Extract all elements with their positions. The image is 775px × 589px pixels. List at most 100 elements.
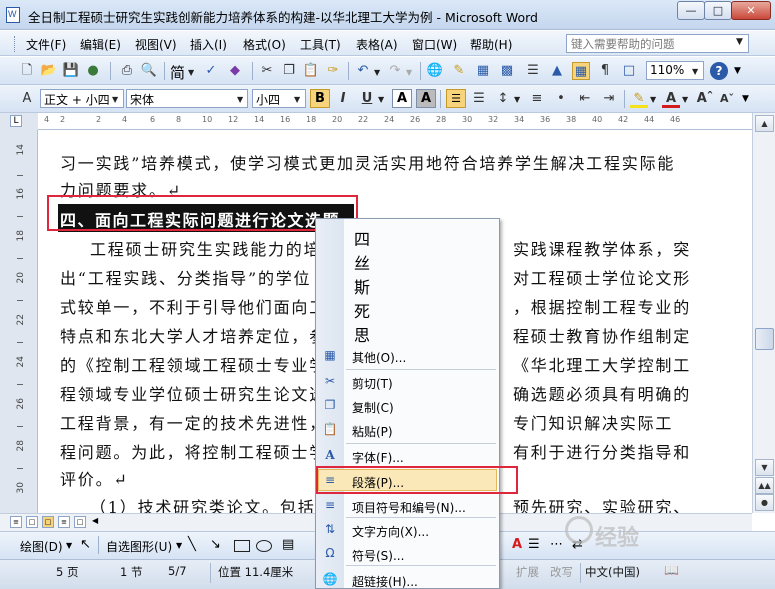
drawbar-font-color-icon[interactable]: A (512, 537, 522, 552)
print-view-icon[interactable]: □ (42, 516, 54, 528)
line-spacing-icon[interactable]: ↕ (494, 90, 512, 108)
menu-window[interactable]: 窗口(W) (412, 36, 457, 53)
menu-insert[interactable]: 插入(I) (190, 36, 227, 53)
format-painter-icon[interactable]: ✑ (324, 62, 342, 80)
reading-view-icon[interactable]: □ (74, 516, 86, 528)
open-folder-icon[interactable]: 📂 (40, 62, 58, 80)
chevron-down-icon[interactable]: ▼ (237, 95, 243, 104)
chevron-down-icon[interactable]: ▼ (294, 95, 300, 104)
menu-item-hyperlink[interactable]: 超链接(H)... (352, 573, 418, 589)
italic-button[interactable]: I (334, 90, 352, 108)
shrink-font-icon[interactable]: Aˇ (718, 90, 736, 108)
columns-icon[interactable]: ☰ (524, 62, 542, 80)
menu-item-font[interactable]: 字体(F)... (352, 449, 404, 466)
drawing-icon[interactable]: ▲ (548, 62, 566, 80)
menu-item-cut[interactable]: 剪切(T) (352, 375, 393, 392)
web-view-icon[interactable]: □ (26, 516, 38, 528)
vertical-ruler[interactable]: 14 16 18 20 22 24 26 28 30 (0, 130, 38, 513)
line-tool-icon[interactable]: ╲ (188, 537, 196, 552)
show-hide-icon[interactable]: ¶ (596, 62, 614, 80)
help-search-input[interactable]: 键入需要帮助的问题 (566, 34, 749, 53)
browse-object-icon[interactable]: ● (755, 494, 774, 511)
menu-item-paste[interactable]: 粘贴(P) (352, 423, 393, 440)
candidate-char-5[interactable]: 思 (354, 322, 370, 346)
scroll-down-arrow[interactable]: ▼ (755, 459, 774, 476)
permission-icon[interactable]: ● (84, 62, 102, 80)
tables-borders-icon[interactable]: ✎ (450, 62, 468, 80)
chevron-down-icon[interactable]: ▼ (406, 68, 412, 77)
highlight-icon[interactable]: ✎ (630, 90, 648, 108)
chevron-down-icon[interactable]: ▼ (188, 68, 194, 77)
research-icon[interactable]: ◆ (226, 62, 244, 80)
candidate-char-1[interactable]: 四 (354, 226, 370, 250)
read-icon[interactable]: □ (620, 62, 638, 80)
menu-item-text-direction[interactable]: 文字方向(X)... (352, 523, 429, 540)
menu-item-copy[interactable]: 复制(C) (352, 399, 394, 416)
spelling-status-icon[interactable]: 📖 (664, 563, 679, 577)
toolbar-options-icon[interactable]: ▼ (734, 66, 741, 76)
help-icon[interactable]: ? (710, 62, 728, 80)
normal-view-icon[interactable]: ≡ (10, 516, 22, 528)
chevron-down-icon[interactable]: ▼ (378, 95, 384, 104)
print-preview-icon[interactable]: 🔍 (140, 62, 158, 80)
chevron-down-icon[interactable]: ▼ (650, 95, 656, 104)
tab-selector-icon[interactable]: L (10, 115, 22, 127)
insert-excel-icon[interactable]: ▩ (498, 62, 516, 80)
copy-icon[interactable]: ❐ (280, 62, 298, 80)
menubar-grip[interactable] (14, 36, 17, 52)
cut-icon[interactable]: ✂ (258, 62, 276, 80)
insert-table-icon[interactable]: ▦ (474, 62, 492, 80)
align-center-icon[interactable]: ☰ (470, 90, 488, 108)
previous-page-icon[interactable]: ▲▲ (755, 477, 774, 494)
candidate-char-2[interactable]: 丝 (354, 250, 370, 274)
styles-pane-icon[interactable]: A (18, 90, 36, 108)
increase-indent-icon[interactable]: ⇥ (600, 90, 618, 108)
chevron-down-icon[interactable]: ▼ (66, 541, 72, 550)
chevron-down-icon[interactable]: ▼ (514, 95, 520, 104)
menu-item-bullets[interactable]: 项目符号和编号(N)... (352, 499, 466, 516)
chevron-down-icon[interactable]: ▼ (692, 67, 698, 76)
minimize-button[interactable]: — (677, 1, 705, 20)
maximize-button[interactable]: □ (704, 1, 732, 20)
toolbar-options-icon[interactable]: ▼ (742, 94, 749, 104)
rectangle-tool-icon[interactable] (234, 540, 250, 552)
word-doc-icon[interactable]: W (6, 7, 20, 23)
line-style-icon[interactable]: ☰ (528, 537, 540, 552)
hyperlink-icon[interactable]: 🌐 (426, 62, 444, 80)
chevron-down-icon[interactable]: ▼ (176, 541, 182, 550)
outline-view-icon[interactable]: ≡ (58, 516, 70, 528)
menu-edit[interactable]: 编辑(E) (80, 36, 121, 53)
vertical-scrollbar[interactable]: ▲ ▼ ▲▲ ● (752, 113, 775, 513)
close-button[interactable]: ✕ (731, 1, 771, 20)
char-shading-button[interactable]: A (416, 89, 436, 108)
undo-icon[interactable]: ↶ (354, 62, 372, 80)
char-border-button[interactable]: A (392, 89, 412, 108)
autoshapes-menu-button[interactable]: 自选图形(U) (106, 538, 172, 555)
decrease-indent-icon[interactable]: ⇤ (576, 90, 594, 108)
grow-font-icon[interactable]: Aˆ (696, 90, 714, 108)
menu-view[interactable]: 视图(V) (135, 36, 177, 53)
bullets-icon[interactable]: • (552, 90, 570, 108)
help-dropdown-arrow[interactable]: ▼ (736, 37, 743, 47)
menu-tools[interactable]: 工具(T) (300, 36, 341, 53)
menu-table[interactable]: 表格(A) (356, 36, 398, 53)
font-combo[interactable]: 宋体 (126, 89, 248, 108)
candidate-char-3[interactable]: 斯 (354, 274, 370, 298)
traditional-chinese-button[interactable]: 简 (170, 62, 185, 83)
spelling-icon[interactable]: ✓ (202, 62, 220, 80)
print-icon[interactable]: ⎙ (118, 62, 136, 80)
status-overtype[interactable]: 改写 (550, 564, 573, 580)
scroll-thumb[interactable] (755, 328, 774, 350)
menu-item-other[interactable]: 其他(O)... (352, 349, 406, 366)
candidate-char-4[interactable]: 死 (354, 298, 370, 322)
horizontal-ruler[interactable]: 4 2 2 4 6 8 10 12 14 16 18 20 22 24 26 2… (38, 113, 752, 130)
arrow-tool-icon[interactable]: ↘ (210, 537, 221, 552)
scroll-left-arrow[interactable]: ◀ (92, 516, 102, 528)
scroll-up-arrow[interactable]: ▲ (755, 115, 774, 132)
bold-button[interactable]: B (310, 89, 330, 108)
justify-icon[interactable]: ☰ (446, 89, 466, 108)
numbering-icon[interactable]: ≡ (528, 90, 546, 108)
new-doc-icon[interactable]: 🗋 (18, 62, 36, 80)
dash-style-icon[interactable]: ⋯ (550, 537, 563, 552)
paste-icon[interactable]: 📋 (302, 62, 320, 80)
